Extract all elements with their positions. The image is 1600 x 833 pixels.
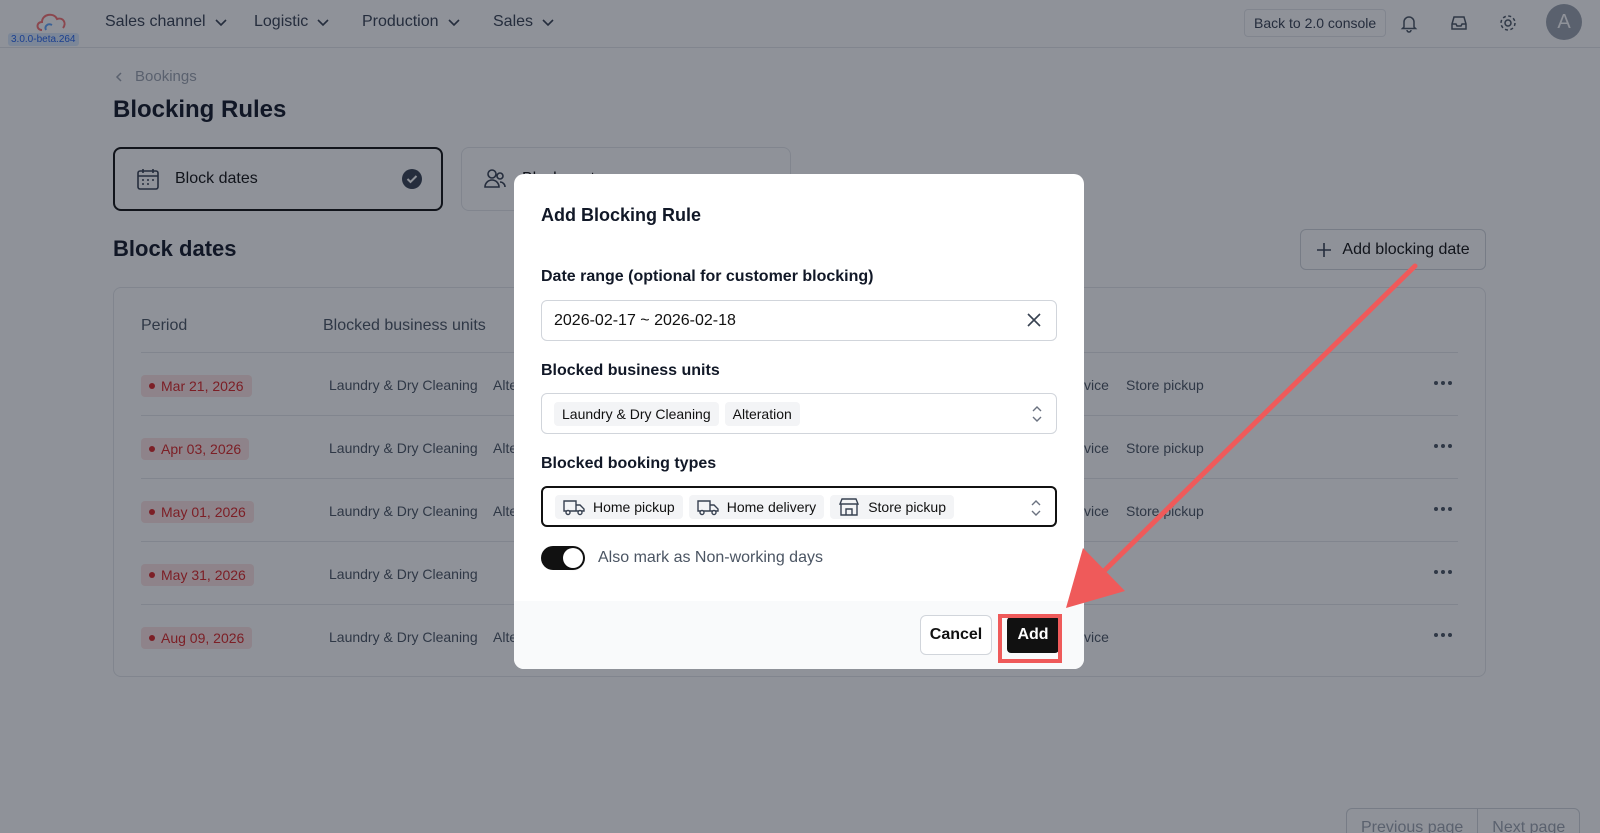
booking-type-tag: Home pickup [555,494,683,519]
business-units-select[interactable]: Laundry & Dry Cleaning Alteration [541,393,1057,434]
date-range-label: Date range (optional for customer blocki… [541,268,874,285]
booking-type-tag: Store pickup [830,494,955,519]
date-range-value: 2026-02-17 ~ 2026-02-18 [554,311,736,329]
booking-types-select[interactable]: Home pickup Home delivery Store pickup [541,486,1057,527]
booking-type-label: Home pickup [593,498,675,515]
business-units-label: Blocked business units [541,362,720,379]
add-blocking-rule-dialog: Add Blocking Rule Date range (optional f… [514,174,1084,669]
truck-icon [697,499,719,515]
annotation-highlight-box [998,614,1062,663]
cancel-button[interactable]: Cancel [920,615,992,655]
chevron-up-down-icon [1031,500,1041,516]
close-icon[interactable] [1026,312,1042,328]
booking-type-label: Store pickup [868,498,947,515]
non-working-days-label: Also mark as Non-working days [598,549,823,566]
business-unit-tag: Laundry & Dry Cleaning [554,401,719,426]
non-working-days-toggle[interactable] [541,546,585,570]
store-icon [839,497,860,516]
date-range-input[interactable]: 2026-02-17 ~ 2026-02-18 [541,300,1057,341]
toggle-knob [563,548,583,568]
booking-types-label: Blocked booking types [541,455,717,472]
booking-type-label: Home delivery [726,498,817,515]
truck-icon [563,499,585,515]
dialog-title: Add Blocking Rule [541,205,702,225]
booking-type-tag: Home delivery [688,494,825,519]
chevron-up-down-icon [1032,406,1042,422]
business-unit-tag: Alteration [724,401,800,426]
